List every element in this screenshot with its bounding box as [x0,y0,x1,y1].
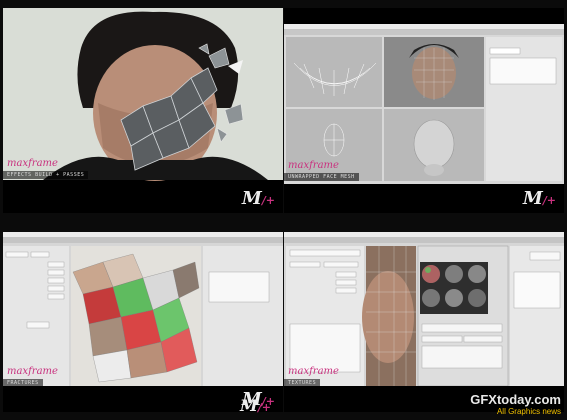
panel-fracture-sim: maxframe FRACTURES M/+ [3,232,283,412]
caption-text: EFFECTS BUILD + PASSES [7,172,85,178]
brand-label: maxframe [7,158,58,169]
logo-main: M [522,188,543,209]
logo-sub: /+ [542,194,556,207]
panel-shatter-render: maxframe EFFECTS BUILD + PASSES M/+ [3,8,283,213]
logo-sub: /+ [261,194,275,207]
panel-viewports: maxframe UNWRAPPED FACE MESH M/+ [284,8,564,213]
panel-material-editor: maxframe TEXTURES [284,232,564,412]
caption-label: UNWRAPPED FACE MESH [284,173,359,181]
logo-main: M [241,188,262,209]
maxframe-logo: M/+ [523,188,556,209]
brand-label: maxframe [7,366,58,377]
caption-label: EFFECTS BUILD + PASSES [3,171,89,179]
maxframe-logo: M/+ [242,188,275,209]
watermark-tagline: All Graphics news [496,407,561,416]
brand-label: maxframe [288,160,339,171]
caption-text: TEXTURES [288,380,317,386]
logo-main: M [240,396,258,415]
watermark-site: GFXtoday.com [470,392,561,407]
caption-text: UNWRAPPED FACE MESH [288,174,355,180]
video-collage: { "brand": "maxframe", "logo": {"main": … [0,0,567,420]
maxframe-logo-bottom: M/+ [240,396,271,415]
gfxtoday-watermark: GFXtoday.com All Graphics news [470,392,561,416]
brand-label: maxframe [288,366,339,377]
caption-label: TEXTURES [284,379,321,387]
caption-label: FRACTURES [3,379,43,387]
caption-text: FRACTURES [7,380,39,386]
logo-sub: /+ [257,401,271,414]
